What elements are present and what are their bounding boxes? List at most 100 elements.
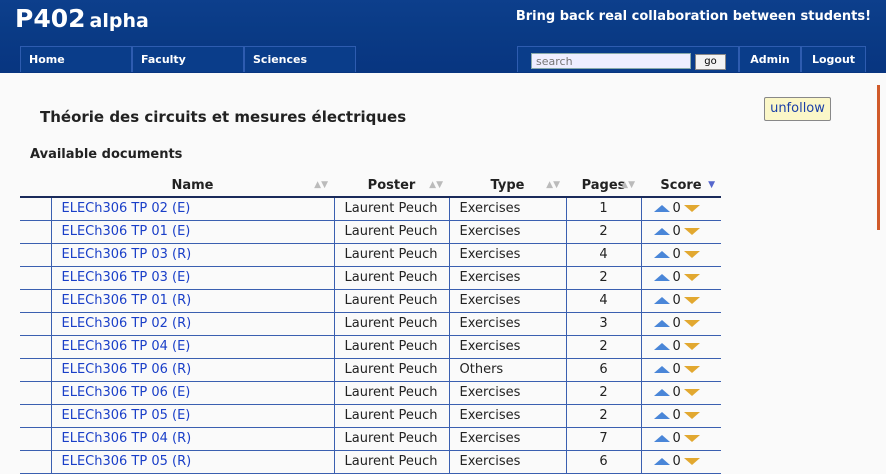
poster-cell: Laurent Peuch <box>333 266 449 290</box>
document-link[interactable]: ELECh306 TP 03 (R) <box>62 247 192 262</box>
downvote-icon[interactable] <box>683 320 700 327</box>
unfollow-button[interactable]: unfollow <box>764 97 831 121</box>
row-blank-cell <box>20 381 51 405</box>
column-header-blank <box>20 174 51 198</box>
document-name-cell: ELECh306 TP 04 (R) <box>50 427 334 451</box>
poster-cell: Laurent Peuch <box>333 243 449 267</box>
document-link[interactable]: ELECh306 TP 02 (E) <box>62 201 191 216</box>
table-row: ELECh306 TP 03 (E) Laurent Peuch Exercises… <box>20 266 721 290</box>
row-blank-cell <box>20 243 51 267</box>
sort-icon: ▲▼ <box>621 180 635 190</box>
type-cell: Exercises <box>448 312 566 336</box>
document-link[interactable]: ELECh306 TP 04 (R) <box>62 431 192 446</box>
nav-home[interactable]: Home <box>20 46 132 72</box>
score-cell: 0 <box>640 220 721 244</box>
poster-cell: Laurent Peuch <box>333 312 449 336</box>
column-header-score[interactable]: Score ▼ <box>641 174 721 198</box>
upvote-icon[interactable] <box>653 274 670 281</box>
document-name-cell: ELECh306 TP 06 (R) <box>50 358 334 382</box>
course-title: Théorie des circuits et mesures électriq… <box>40 108 407 126</box>
document-name-cell: ELECh306 TP 03 (E) <box>50 266 334 290</box>
column-header-poster[interactable]: Poster ▲▼ <box>334 174 449 198</box>
column-header-pages[interactable]: Pages ▲▼ <box>566 174 641 198</box>
table-row: ELECh306 TP 06 (E) Laurent Peuch Exercises… <box>20 381 721 405</box>
pages-cell: 6 <box>565 358 641 382</box>
nav-logout[interactable]: Logout <box>801 46 866 72</box>
pages-cell: 2 <box>565 220 641 244</box>
row-blank-cell <box>20 266 51 290</box>
poster-cell: Laurent Peuch <box>333 335 449 359</box>
upvote-icon[interactable] <box>653 228 670 235</box>
downvote-icon[interactable] <box>683 251 700 258</box>
table-row: ELECh306 TP 03 (R) Laurent Peuch Exercises… <box>20 243 721 267</box>
table-row: ELECh306 TP 02 (E) Laurent Peuch Exercises… <box>20 197 721 221</box>
row-blank-cell <box>20 220 51 244</box>
score-value: 0 <box>672 270 681 285</box>
sort-icon: ▲▼ <box>314 180 328 190</box>
document-name-cell: ELECh306 TP 01 (E) <box>50 220 334 244</box>
score-cell: 0 <box>640 289 721 313</box>
upvote-icon[interactable] <box>653 343 670 350</box>
search-input[interactable] <box>531 53 691 69</box>
sort-icon: ▲▼ <box>429 180 443 190</box>
document-link[interactable]: ELECh306 TP 04 (E) <box>62 339 191 354</box>
pages-cell: 2 <box>565 404 641 428</box>
sort-icon: ▲▼ <box>546 180 560 190</box>
downvote-icon[interactable] <box>683 435 700 442</box>
document-link[interactable]: ELECh306 TP 03 (E) <box>62 270 191 285</box>
score-value: 0 <box>672 385 681 400</box>
upvote-icon[interactable] <box>653 458 670 465</box>
document-link[interactable]: ELECh306 TP 01 (R) <box>62 293 192 308</box>
row-blank-cell <box>20 358 51 382</box>
nav-faculty[interactable]: Faculty <box>132 46 244 72</box>
document-link[interactable]: ELECh306 TP 06 (E) <box>62 385 191 400</box>
type-cell: Exercises <box>448 197 566 221</box>
poster-cell: Laurent Peuch <box>333 197 449 221</box>
upvote-icon[interactable] <box>653 435 670 442</box>
score-value: 0 <box>672 316 681 331</box>
upvote-icon[interactable] <box>653 297 670 304</box>
upvote-icon[interactable] <box>653 205 670 213</box>
document-link[interactable]: ELECh306 TP 06 (R) <box>62 362 192 377</box>
upvote-icon[interactable] <box>653 251 670 258</box>
pages-cell: 2 <box>565 335 641 359</box>
scrollbar-indicator[interactable] <box>877 85 880 230</box>
documents-table: Name ▲▼ Poster ▲▼ Type ▲▼ Pages ▲▼ Score ▼ EL… <box>20 174 721 474</box>
downvote-icon[interactable] <box>683 228 700 235</box>
downvote-icon[interactable] <box>683 412 700 419</box>
search-go-button[interactable]: go <box>695 54 726 70</box>
upvote-icon[interactable] <box>653 320 670 327</box>
document-link[interactable]: ELECh306 TP 05 (R) <box>62 454 192 469</box>
table-row: ELECh306 TP 05 (E) Laurent Peuch Exercises… <box>20 404 721 428</box>
column-header-name[interactable]: Name ▲▼ <box>51 174 334 198</box>
pages-cell: 4 <box>565 289 641 313</box>
score-cell: 0 <box>640 312 721 336</box>
document-link[interactable]: ELECh306 TP 01 (E) <box>62 224 191 239</box>
downvote-icon[interactable] <box>683 274 700 281</box>
column-header-type[interactable]: Type ▲▼ <box>449 174 566 198</box>
poster-cell: Laurent Peuch <box>333 289 449 313</box>
downvote-icon[interactable] <box>683 205 700 213</box>
document-link[interactable]: ELECh306 TP 05 (E) <box>62 408 191 423</box>
downvote-icon[interactable] <box>683 343 700 350</box>
document-name-cell: ELECh306 TP 04 (E) <box>50 335 334 359</box>
nav-sciences[interactable]: Sciences <box>244 46 356 72</box>
downvote-icon[interactable] <box>683 458 700 465</box>
score-value: 0 <box>672 247 681 262</box>
score-cell: 0 <box>640 427 721 451</box>
score-cell: 0 <box>640 197 721 221</box>
document-link[interactable]: ELECh306 TP 02 (R) <box>62 316 192 331</box>
documents-table-body: ELECh306 TP 02 (E) Laurent Peuch Exercises… <box>20 197 721 474</box>
poster-cell: Laurent Peuch <box>333 404 449 428</box>
document-name-cell: ELECh306 TP 02 (E) <box>50 197 334 221</box>
upvote-icon[interactable] <box>653 389 670 396</box>
nav-admin[interactable]: Admin <box>739 46 801 72</box>
table-row: ELECh306 TP 04 (E) Laurent Peuch Exercises… <box>20 335 721 359</box>
downvote-icon[interactable] <box>683 366 700 373</box>
score-value: 0 <box>672 362 681 377</box>
upvote-icon[interactable] <box>653 412 670 419</box>
downvote-icon[interactable] <box>683 297 700 304</box>
site-logo[interactable]: P402 alpha <box>15 4 149 33</box>
downvote-icon[interactable] <box>683 389 700 396</box>
upvote-icon[interactable] <box>653 366 670 373</box>
